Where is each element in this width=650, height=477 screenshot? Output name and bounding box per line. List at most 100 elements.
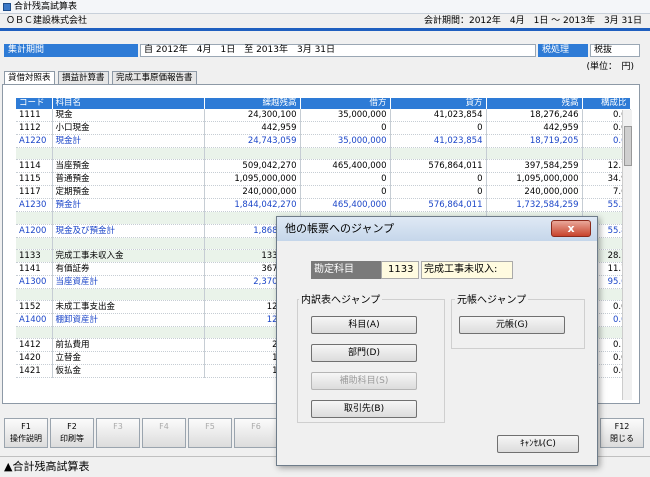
column-header: 借方 — [300, 98, 391, 109]
table-cell: 立替金 — [52, 351, 205, 366]
table-cell: 1115 — [16, 172, 53, 187]
table-cell: 1152 — [16, 300, 53, 315]
account-code: 1133 — [381, 261, 419, 279]
table-cell: 1112 — [16, 121, 53, 135]
fkey-code: F3 — [113, 422, 123, 431]
table-cell: 当座預金 — [52, 159, 205, 174]
column-header: 貸方 — [390, 98, 487, 109]
subject-button[interactable]: 科目(A) — [311, 316, 417, 334]
table-cell: 576,864,011 — [390, 198, 487, 213]
table-cell: 1111 — [16, 109, 53, 122]
f12-close-button[interactable]: F12 閉じる — [600, 418, 644, 448]
table-cell: 前払費用 — [52, 338, 205, 353]
table-cell — [52, 147, 205, 161]
account-name: 完成工事未収入: — [421, 261, 513, 279]
table-cell: 35,000,000 — [300, 134, 391, 148]
table-cell: 240,000,000 — [204, 185, 301, 200]
account-label: 勘定科目 — [311, 261, 381, 279]
table-row[interactable]: 1115 普通預金 1,095,000,000 0 0 1,095,000,000 34.9 — [16, 172, 631, 187]
table-cell: 41,023,854 — [390, 109, 487, 122]
table-cell — [390, 147, 487, 161]
breakdown-group-label: 内訳表へジャンプ — [299, 291, 383, 306]
table-cell: 1,095,000,000 — [486, 172, 583, 187]
department-button[interactable]: 部門(D) — [311, 344, 417, 362]
column-header: 科目名 — [52, 98, 205, 109]
table-cell: 現金計 — [52, 134, 205, 148]
table-cell: 棚卸資産計 — [52, 313, 205, 328]
fkey-label: 印刷等 — [60, 434, 84, 443]
table-cell: 397,584,259 — [486, 159, 583, 174]
table-cell: 18,719,205 — [486, 134, 583, 148]
table-cell: 0 — [390, 185, 487, 200]
client-button[interactable]: 取引先(B) — [311, 400, 417, 418]
table-row[interactable] — [16, 147, 631, 161]
close-button[interactable]: x — [551, 220, 591, 237]
sub-account-button: 補助科目(S) — [311, 372, 417, 390]
tab-income-statement[interactable]: 損益計算書 — [58, 71, 109, 84]
table-cell — [52, 326, 205, 340]
table-cell: 完成工事未収入金 — [52, 249, 205, 263]
period-label: 集計期間 — [4, 44, 138, 57]
column-header: 残高 — [486, 98, 583, 109]
table-cell: 小口現金 — [52, 121, 205, 135]
table-cell: 1114 — [16, 159, 53, 174]
table-cell: 定期預金 — [52, 185, 205, 200]
fkey-button: F4 — [142, 418, 186, 448]
fkey-button[interactable]: F2 印刷等 — [50, 418, 94, 448]
table-cell: 24,743,059 — [204, 134, 301, 148]
table-row[interactable]: 1112 小口現金 442,959 0 0 442,959 0.0 — [16, 121, 631, 135]
tax-label: 税処理 — [538, 44, 588, 57]
table-cell: 当座資産計 — [52, 275, 205, 289]
table-cell: 1133 — [16, 249, 53, 263]
column-header: 構成比 — [582, 98, 631, 109]
table-cell: 1,095,000,000 — [204, 172, 301, 187]
table-cell — [300, 147, 391, 161]
table-cell — [486, 147, 583, 161]
table-cell: 509,042,270 — [204, 159, 301, 174]
period-row: 集計期間 自 2012年 4月 1日 至 2013年 3月 31日 税処理 税抜 — [4, 44, 644, 57]
table-cell: 有価証券 — [52, 262, 205, 276]
table-cell: 0 — [390, 121, 487, 135]
table-cell: 0 — [300, 185, 391, 200]
table-cell: 240,000,000 — [486, 185, 583, 200]
tab-construction-cost[interactable]: 完成工事原価報告書 — [112, 71, 197, 84]
table-cell: 465,400,000 — [300, 159, 391, 174]
window-titlebar: 合計残高試算表 — [0, 0, 650, 14]
ledger-group-label: 元帳へジャンプ — [455, 291, 529, 306]
table-cell: A1220 — [16, 134, 53, 148]
table-cell: 未成工事支出金 — [52, 300, 205, 315]
cancel-button[interactable]: ｷｬﾝｾﾙ(C) — [497, 435, 579, 453]
table-cell: 442,959 — [486, 121, 583, 135]
table-cell: 0 — [300, 121, 391, 135]
unit-label: (単位： 円) — [586, 62, 634, 72]
fkey-button: F3 — [96, 418, 140, 448]
table-row[interactable]: 1114 当座預金 509,042,270 465,400,000 576,864,01… — [16, 159, 631, 174]
table-row[interactable]: 1117 定期預金 240,000,000 0 0 240,000,000 7.6 — [16, 185, 631, 200]
column-header: コード — [16, 98, 53, 109]
table-cell: 1,732,584,259 — [486, 198, 583, 213]
table-scrollbar[interactable] — [622, 110, 632, 400]
table-cell: 現金及び預金計 — [52, 224, 205, 238]
table-cell — [52, 237, 205, 250]
table-cell: 預金計 — [52, 198, 205, 213]
dialog-body: 勘定科目 1133 完成工事未収入: 内訳表へジャンプ 科目(A) 部門(D) … — [283, 245, 591, 461]
fkey-code: F1 — [21, 422, 31, 431]
scrollbar-thumb[interactable] — [624, 126, 632, 166]
fkey-button[interactable]: F1 操作説明 — [4, 418, 48, 448]
tab-balance-sheet[interactable]: 貸借対照表 — [4, 71, 55, 85]
table-row[interactable]: A1220 現金計 24,743,059 35,000,000 41,023,854 18… — [16, 134, 631, 148]
ledger-button[interactable]: 元帳(G) — [459, 316, 565, 334]
header-divider — [0, 28, 650, 31]
table-cell — [204, 147, 301, 161]
table-cell: 1117 — [16, 185, 53, 200]
table-row[interactable]: 1111 現金 24,300,100 35,000,000 41,023,854 18,2… — [16, 109, 631, 122]
table-cell — [16, 147, 53, 161]
table-cell: A1200 — [16, 224, 53, 238]
fkey-code: F6 — [251, 422, 261, 431]
app-icon — [3, 3, 11, 11]
jump-dialog: 他の帳票へのジャンプ x 勘定科目 1133 完成工事未収入: 内訳表へジャンプ… — [276, 216, 598, 466]
fkey-code: F2 — [67, 422, 77, 431]
period-value: 自 2012年 4月 1日 至 2013年 3月 31日 — [140, 44, 536, 57]
table-row[interactable]: A1230 預金計 1,844,042,270 465,400,000 576,864,… — [16, 198, 631, 213]
table-cell: 1420 — [16, 351, 53, 366]
